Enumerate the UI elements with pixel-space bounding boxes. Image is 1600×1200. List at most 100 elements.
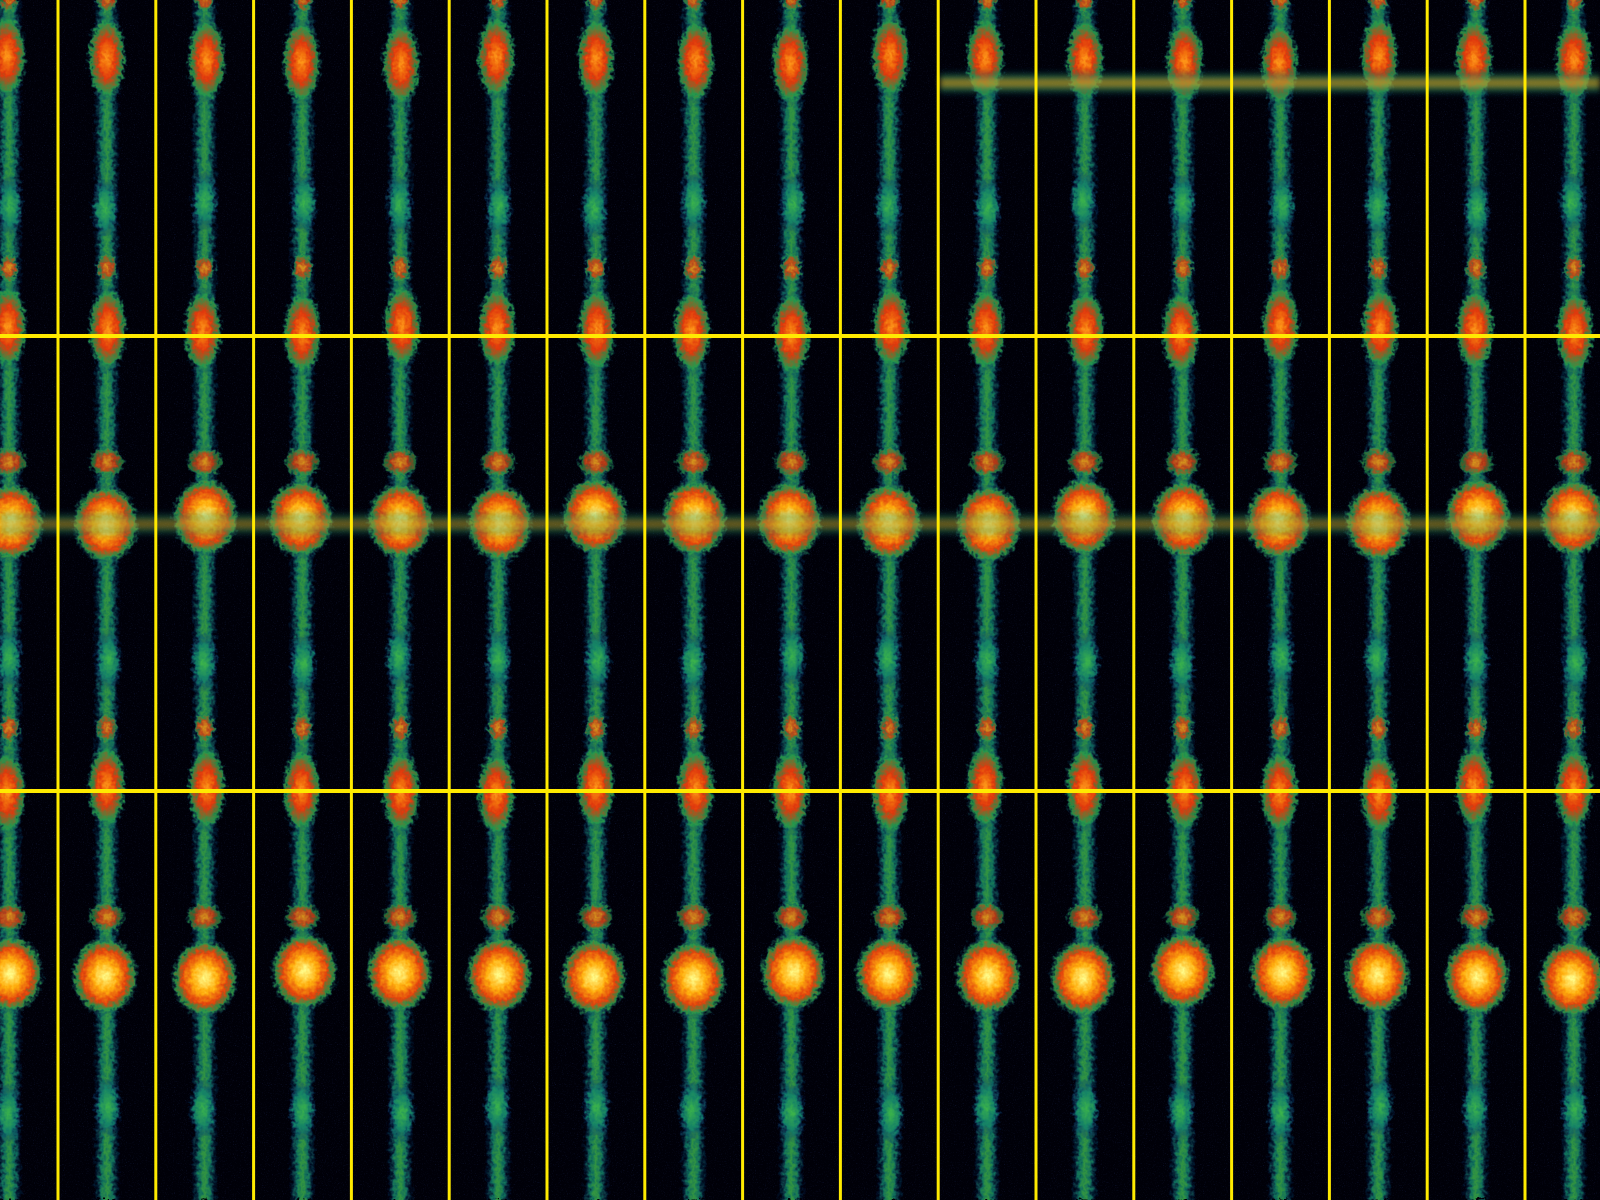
intensity-node [854, 934, 923, 1014]
intensity-node [878, 712, 901, 744]
intensity-node [485, 177, 513, 237]
intensity-map-canvas [0, 0, 1600, 1200]
intensity-node [1066, 901, 1104, 933]
intensity-node [659, 939, 728, 1019]
intensity-node [873, 628, 902, 688]
intensity-node [780, 712, 803, 744]
intensity-node [583, 631, 612, 691]
intensity-node [674, 901, 713, 933]
intensity-node [1148, 931, 1217, 1011]
intensity-node [1360, 284, 1401, 372]
intensity-node [1073, 712, 1096, 744]
intensity-node [976, 712, 998, 744]
intensity-node [1359, 901, 1397, 933]
intensity-node [189, 632, 218, 692]
intensity-node [1261, 446, 1300, 478]
intensity-node [1266, 1083, 1295, 1143]
intensity-node [1560, 1080, 1589, 1140]
intensity-node [1457, 446, 1495, 478]
intensity-node [1269, 712, 1292, 744]
intensity-node [973, 630, 1001, 690]
intensity-node [1562, 712, 1585, 744]
intensity-node [1064, 744, 1105, 832]
intensity-node [966, 285, 1006, 373]
intensity-node [88, 446, 126, 478]
intensity-node [1071, 1079, 1100, 1139]
intensity-node [679, 172, 708, 232]
intensity-node [682, 252, 705, 284]
intensity-node [186, 744, 227, 832]
intensity-node [972, 1077, 1000, 1137]
intensity-node [1462, 631, 1490, 691]
intensity-node [1171, 252, 1194, 284]
intensity-node [777, 1082, 806, 1142]
intensity-node [954, 936, 1022, 1016]
intensity-node [584, 252, 607, 284]
intensity-map [0, 0, 1600, 1200]
intensity-node [1454, 743, 1494, 831]
intensity-node [487, 712, 509, 744]
intensity-node [976, 252, 998, 284]
intensity-node [86, 14, 127, 102]
intensity-node [1555, 446, 1593, 478]
intensity-node [1359, 446, 1397, 478]
intensity-node [186, 16, 227, 104]
intensity-node [1171, 712, 1194, 744]
intensity-node [878, 252, 901, 284]
intensity-node [682, 712, 705, 744]
intensity-node [675, 17, 716, 105]
intensity-node [282, 289, 323, 377]
intensity-node [381, 901, 419, 933]
intensity-node [770, 19, 811, 107]
intensity-node [968, 446, 1006, 478]
intensity-node [382, 282, 423, 370]
intensity-node [1367, 712, 1390, 744]
intensity-node [94, 630, 123, 690]
intensity-node [88, 901, 126, 933]
intensity-node [188, 1079, 217, 1139]
intensity-node [1163, 901, 1202, 933]
intensity-node [1363, 177, 1392, 237]
intensity-node [283, 901, 322, 933]
intensity-node [576, 286, 617, 374]
intensity-node [289, 634, 318, 694]
intensity-node [465, 935, 533, 1015]
intensity-node [170, 938, 239, 1018]
intensity-node [484, 629, 512, 689]
intensity-node [1457, 901, 1495, 933]
intensity-node [1455, 286, 1495, 374]
intensity-node [1066, 446, 1104, 478]
intensity-node [1557, 172, 1586, 232]
intensity-node [1463, 179, 1491, 239]
intensity-node [577, 446, 615, 478]
intensity-node [677, 1080, 706, 1140]
intensity-node [1362, 629, 1391, 689]
intensity-node [1359, 750, 1400, 838]
intensity-node [1048, 938, 1117, 1018]
intensity-node [1261, 901, 1300, 933]
intensity-node [1168, 173, 1197, 233]
intensity-node [1554, 288, 1595, 376]
intensity-node [389, 712, 412, 744]
intensity-node [185, 446, 224, 478]
intensity-node [1555, 901, 1593, 933]
intensity-node [1160, 289, 1201, 377]
intensity-node [479, 446, 517, 478]
intensity-node [182, 287, 223, 375]
intensity-node [779, 174, 808, 234]
intensity-node [1065, 287, 1106, 375]
intensity-node [1073, 252, 1096, 284]
intensity-node [772, 901, 811, 933]
intensity-node [1562, 252, 1585, 284]
intensity-node [477, 284, 517, 372]
horizontal-streak [940, 70, 1600, 96]
intensity-node [582, 1078, 611, 1138]
intensity-node [778, 626, 807, 686]
intensity-node [870, 12, 911, 100]
intensity-node [965, 742, 1005, 830]
intensity-node [70, 936, 139, 1016]
intensity-node [385, 175, 414, 235]
intensity-node [1343, 935, 1412, 1015]
intensity-node [86, 742, 127, 830]
intensity-node [483, 1076, 511, 1136]
